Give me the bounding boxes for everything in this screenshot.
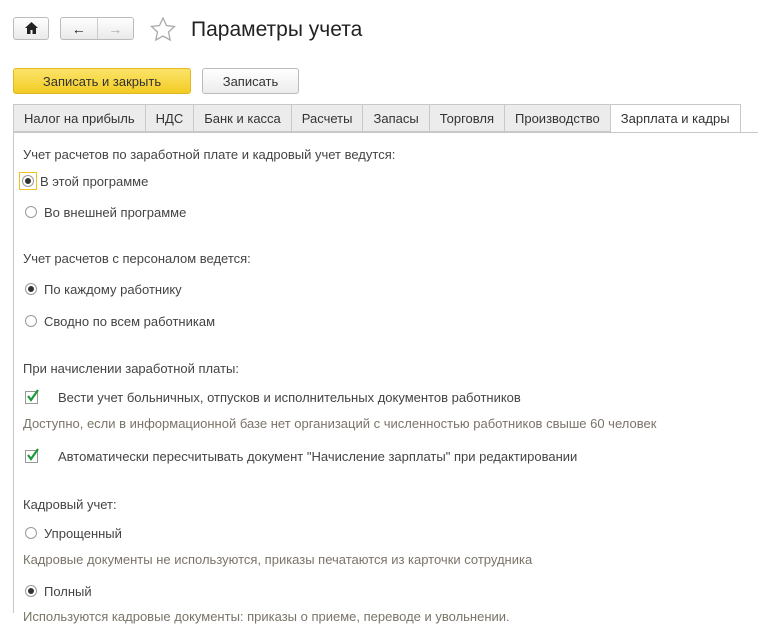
history-nav: ← → — [60, 17, 134, 40]
salary-label: Учет расчетов по заработной плате и кадр… — [23, 146, 396, 162]
home-button[interactable] — [13, 17, 49, 40]
save-close-button[interactable]: Записать и закрыть — [13, 68, 191, 94]
checkbox-auto-recalc[interactable]: Автоматически пересчитывать документ "На… — [23, 446, 577, 466]
radio-label: Во внешней программе — [44, 204, 187, 220]
tab-inventory[interactable]: Запасы — [363, 104, 430, 132]
star-icon[interactable] — [150, 16, 176, 47]
radio-label: По каждому работнику — [44, 281, 182, 297]
checkbox-label: Автоматически пересчитывать документ "На… — [58, 448, 578, 464]
personnel-label: Учет расчетов с персоналом ведется: — [23, 250, 251, 266]
radio-salary-this-program[interactable]: В этой программе — [19, 171, 149, 191]
radio-all-employees[interactable]: Сводно по всем работникам — [23, 311, 215, 331]
back-button[interactable]: ← — [61, 18, 98, 39]
radio-hr-simple[interactable]: Упрощенный — [23, 523, 122, 543]
tab-bank-cash[interactable]: Банк и касса — [194, 104, 292, 132]
arrow-right-icon: → — [108, 20, 123, 37]
tab-production[interactable]: Производство — [505, 104, 611, 132]
radio-label: Полный — [44, 583, 92, 599]
radio-each-employee[interactable]: По каждому работнику — [23, 279, 182, 299]
tab-settlements[interactable]: Расчеты — [291, 104, 364, 132]
save-button[interactable]: Записать — [202, 68, 299, 94]
tab-bar: Налог на прибыль НДС Банк и касса Расчет… — [13, 104, 741, 133]
radio-label: Упрощенный — [44, 525, 122, 541]
tab-vat[interactable]: НДС — [145, 104, 195, 132]
checkmark-icon — [25, 388, 39, 404]
page-title: Параметры учета — [191, 18, 363, 41]
radio-label: Сводно по всем работникам — [44, 313, 216, 329]
home-icon — [24, 21, 38, 37]
check1-hint: Доступно, если в информационной базе нет… — [23, 415, 657, 431]
tab-salary-hr[interactable]: Зарплата и кадры — [610, 104, 741, 133]
hr-label: Кадровый учет: — [23, 496, 117, 512]
forward-button[interactable]: → — [98, 18, 134, 39]
tab-trade[interactable]: Торговля — [429, 104, 505, 132]
radio-hr-full[interactable]: Полный — [23, 581, 92, 601]
checkmark-icon — [25, 447, 39, 463]
checkbox-sick-leave[interactable]: Вести учет больничных, отпусков и исполн… — [23, 387, 521, 407]
hr-full-hint: Используются кадровые документы: приказы… — [23, 608, 510, 624]
arrow-left-icon: ← — [71, 20, 86, 37]
hr-simple-hint: Кадровые документы не используются, прик… — [23, 551, 533, 567]
tab-profit-tax[interactable]: Налог на прибыль — [13, 104, 146, 132]
accrual-label: При начислении заработной платы: — [23, 360, 239, 376]
checkbox-label: Вести учет больничных, отпусков и исполн… — [58, 389, 521, 405]
radio-label: В этой программе — [40, 173, 149, 189]
radio-salary-external[interactable]: Во внешней программе — [23, 202, 186, 222]
